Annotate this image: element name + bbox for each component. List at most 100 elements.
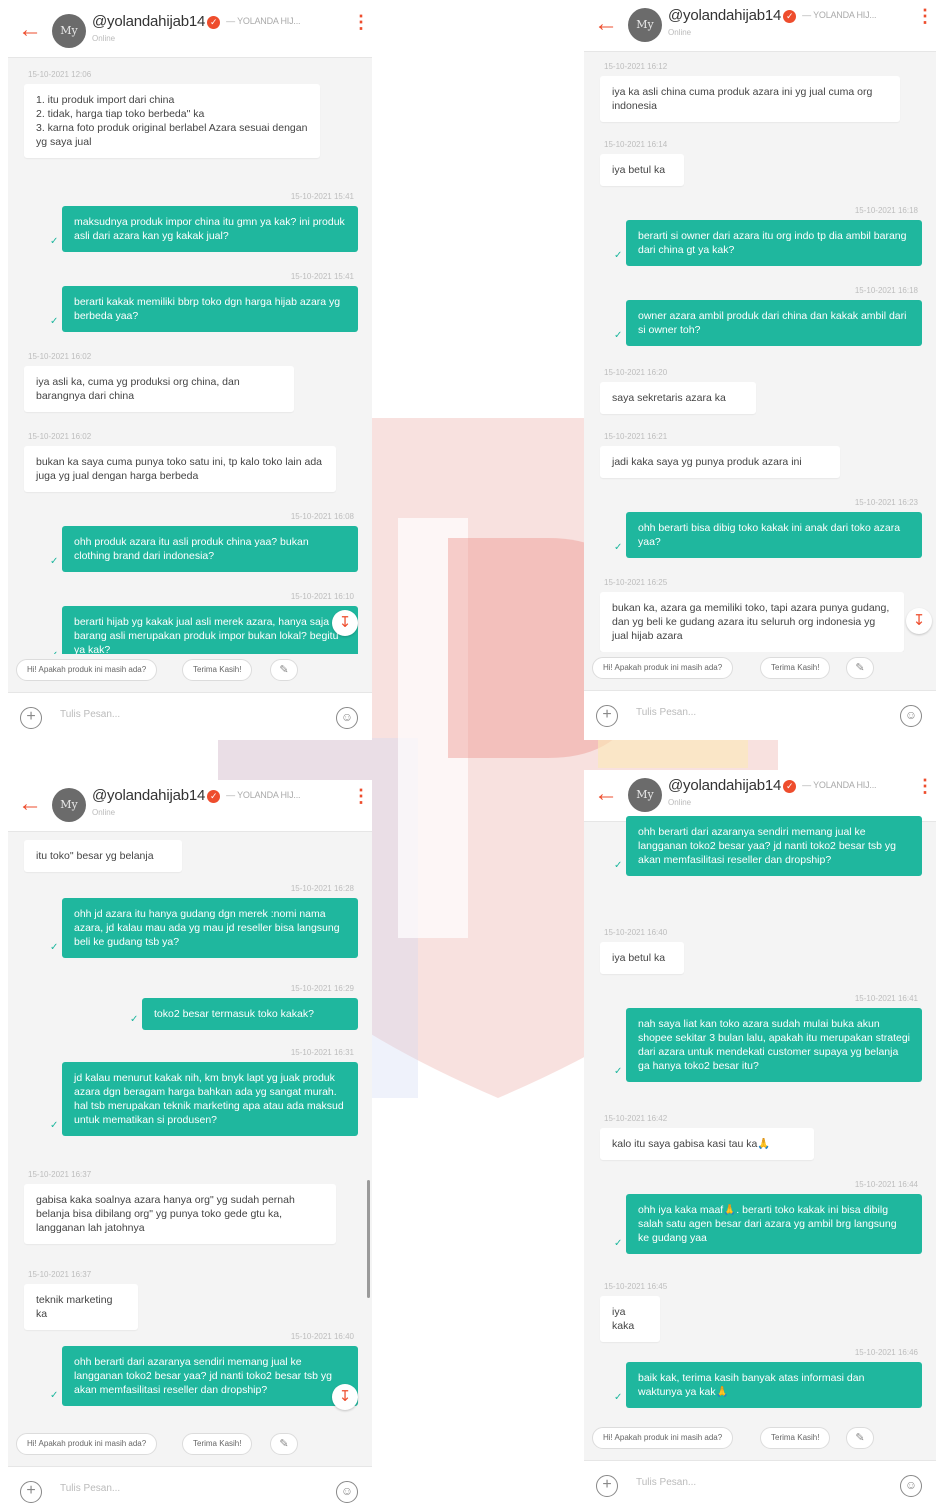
avatar[interactable]: My: [628, 8, 662, 42]
emoji-icon[interactable]: ☺: [900, 705, 922, 727]
edit-replies-icon[interactable]: ✎: [270, 1433, 298, 1455]
message-list[interactable]: ohh berarti dari azaranya sendiri memang…: [584, 816, 936, 1411]
quick-reply-thanks[interactable]: Terima Kasih!: [182, 659, 253, 681]
back-arrow-icon[interactable]: ←: [18, 792, 44, 818]
message-timestamp: 15-10-2021 16:31: [290, 1048, 354, 1057]
emoji-icon[interactable]: ☺: [336, 1481, 358, 1503]
message-timestamp: 15-10-2021 15:41: [290, 272, 354, 281]
message-timestamp: 15-10-2021 16:21: [604, 432, 668, 441]
incoming-message[interactable]: jadi kaka saya yg punya produk azara ini: [600, 446, 840, 478]
scroll-down-icon[interactable]: ↧: [332, 610, 358, 636]
incoming-message[interactable]: 1. itu produk import dari china 2. tidak…: [24, 84, 320, 158]
quick-reply-question[interactable]: Hi! Apakah produk ini masih ada?: [16, 659, 158, 681]
add-attachment-icon[interactable]: +: [20, 1481, 42, 1503]
read-check-icon: ✓: [614, 1066, 623, 1077]
add-attachment-icon[interactable]: +: [596, 1475, 618, 1497]
quick-reply-question[interactable]: Hi! Apakah produk ini masih ada?: [592, 657, 734, 679]
back-arrow-icon[interactable]: ←: [18, 18, 44, 44]
message-input[interactable]: Tulis Pesan...: [636, 1477, 696, 1488]
outgoing-message[interactable]: ohh produk azara itu asli produk china y…: [62, 526, 358, 572]
quick-reply-question[interactable]: Hi! Apakah produk ini masih ada?: [16, 1433, 158, 1455]
quick-reply-thanks[interactable]: Terima Kasih!: [760, 657, 831, 679]
verified-icon: ✓: [207, 16, 221, 29]
scrollbar[interactable]: [367, 1180, 370, 1298]
online-status: Online: [668, 798, 692, 807]
outgoing-message[interactable]: berarti kakak memiliki bbrp toko dgn har…: [62, 286, 358, 332]
message-list[interactable]: itu toko" besar yg belanja 15-10-2021 16:…: [8, 832, 372, 1411]
avatar[interactable]: My: [52, 14, 86, 48]
verified-icon: ✓: [207, 790, 221, 803]
incoming-message[interactable]: bukan ka saya cuma punya toko satu ini, …: [24, 446, 336, 492]
scroll-down-icon[interactable]: ↧: [332, 1384, 358, 1410]
more-options-icon[interactable]: ⋮: [352, 13, 370, 44]
outgoing-message[interactable]: jd kalau menurut kakak nih, km bnyk lapt…: [62, 1062, 358, 1136]
back-arrow-icon[interactable]: ←: [594, 782, 620, 808]
outgoing-message[interactable]: nah saya liat kan toko azara sudah mulai…: [626, 1008, 922, 1082]
emoji-icon[interactable]: ☺: [900, 1475, 922, 1497]
message-input[interactable]: Tulis Pesan...: [60, 1483, 120, 1494]
outgoing-message[interactable]: baik kak, terima kasih banyak atas infor…: [626, 1362, 922, 1408]
outgoing-message[interactable]: ohh berarti bisa dibig toko kakak ini an…: [626, 512, 922, 558]
chat-header: ← My @yolandahijab14 ✓ — YOLANDA HIJ... On…: [584, 0, 936, 52]
message-timestamp: 15-10-2021 16:02: [28, 432, 92, 441]
read-check-icon: ✓: [50, 556, 59, 567]
quick-reply-thanks[interactable]: Terima Kasih!: [760, 1427, 831, 1449]
chat-username[interactable]: @yolandahijab14 ✓ — YOLANDA HIJ...: [92, 787, 301, 804]
quick-reply-thanks[interactable]: Terima Kasih!: [182, 1433, 253, 1455]
verified-icon: ✓: [783, 780, 797, 793]
read-check-icon: ✓: [130, 1014, 139, 1025]
more-options-icon[interactable]: ⋮: [916, 7, 934, 38]
scroll-down-icon[interactable]: ↧: [906, 608, 932, 634]
incoming-message[interactable]: kalo itu saya gabisa kasi tau ka🙏: [600, 1128, 814, 1160]
more-options-icon[interactable]: ⋮: [352, 787, 370, 818]
chat-username[interactable]: @yolandahijab14 ✓ — YOLANDA HIJ...: [668, 777, 877, 794]
emoji-icon[interactable]: ☺: [336, 707, 358, 729]
message-list[interactable]: 15-10-2021 16:12 iya ka asli china cuma p…: [584, 52, 936, 652]
message-timestamp: 15-10-2021 16:28: [290, 884, 354, 893]
outgoing-message[interactable]: berarti si owner dari azara itu org indo…: [626, 220, 922, 266]
edit-replies-icon[interactable]: ✎: [270, 659, 298, 681]
incoming-message[interactable]: iya asli ka, cuma yg produksi org china,…: [24, 366, 294, 412]
avatar[interactable]: My: [52, 788, 86, 822]
read-check-icon: ✓: [50, 1120, 59, 1131]
edit-replies-icon[interactable]: ✎: [846, 1427, 874, 1449]
incoming-message[interactable]: iya betul ka: [600, 154, 684, 186]
shop-name: — YOLANDA HIJ...: [802, 780, 877, 790]
message-timestamp: 15-10-2021 15:41: [290, 192, 354, 201]
incoming-message[interactable]: iya betul ka: [600, 942, 684, 974]
read-check-icon: ✓: [614, 860, 623, 871]
message-timestamp: 15-10-2021 16:23: [854, 498, 918, 507]
chat-username[interactable]: @yolandahijab14 ✓ — YOLANDA HIJ...: [92, 13, 301, 30]
add-attachment-icon[interactable]: +: [596, 705, 618, 727]
outgoing-message[interactable]: ohh berarti dari azaranya sendiri memang…: [62, 1346, 358, 1406]
message-input[interactable]: Tulis Pesan...: [60, 709, 120, 720]
read-check-icon: ✓: [614, 542, 623, 553]
back-arrow-icon[interactable]: ←: [594, 12, 620, 38]
outgoing-message[interactable]: ohh berarti dari azaranya sendiri memang…: [626, 816, 922, 876]
chat-username[interactable]: @yolandahijab14 ✓ — YOLANDA HIJ...: [668, 7, 877, 24]
avatar[interactable]: My: [628, 778, 662, 812]
outgoing-message[interactable]: ohh iya kaka maaf🙏. berarti toko kakak i…: [626, 1194, 922, 1254]
message-timestamp: 15-10-2021 16:20: [604, 368, 668, 377]
incoming-message[interactable]: saya sekretaris azara ka: [600, 382, 756, 414]
quick-reply-question[interactable]: Hi! Apakah produk ini masih ada?: [592, 1427, 734, 1449]
message-input[interactable]: Tulis Pesan...: [636, 707, 696, 718]
message-timestamp: 15-10-2021 16:45: [604, 1282, 668, 1291]
incoming-message[interactable]: iya kaka: [600, 1296, 660, 1342]
message-timestamp: 15-10-2021 16:44: [854, 1180, 918, 1189]
incoming-message[interactable]: teknik marketing ka: [24, 1284, 138, 1330]
more-options-icon[interactable]: ⋮: [916, 777, 934, 808]
incoming-message[interactable]: iya ka asli china cuma produk azara ini …: [600, 76, 900, 122]
incoming-message[interactable]: gabisa kaka soalnya azara hanya org" yg …: [24, 1184, 336, 1244]
outgoing-message[interactable]: toko2 besar termasuk toko kakak?: [142, 998, 358, 1030]
incoming-message[interactable]: itu toko" besar yg belanja: [24, 840, 182, 872]
outgoing-message[interactable]: owner azara ambil produk dari china dan …: [626, 300, 922, 346]
outgoing-message[interactable]: ohh jd azara itu hanya gudang dgn merek …: [62, 898, 358, 958]
quick-replies: Hi! Apakah produk ini masih ada? Terima …: [584, 652, 936, 684]
outgoing-message[interactable]: maksudnya produk impor china itu gmn ya …: [62, 206, 358, 252]
incoming-message[interactable]: bukan ka, azara ga memiliki toko, tapi a…: [600, 592, 904, 652]
add-attachment-icon[interactable]: +: [20, 707, 42, 729]
message-list[interactable]: 15-10-2021 12:06 1. itu produk import dar…: [8, 58, 372, 666]
message-input-bar: + Tulis Pesan... ☺: [584, 690, 936, 740]
edit-replies-icon[interactable]: ✎: [846, 657, 874, 679]
